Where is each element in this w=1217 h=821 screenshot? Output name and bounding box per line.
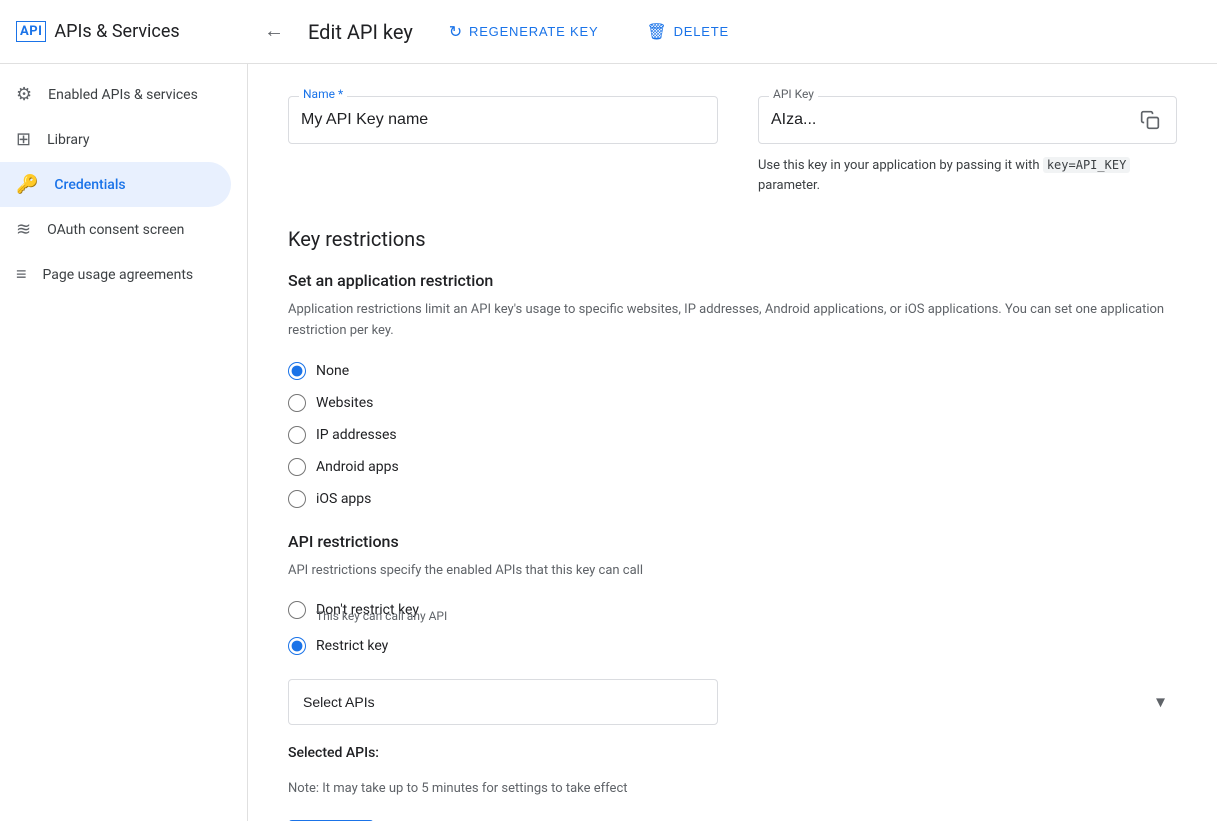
dont-restrict-group: Don't restrict key This key can call any… xyxy=(288,601,1177,623)
note-text: Note: It may take up to 5 minutes for se… xyxy=(288,781,1177,796)
top-header: API APIs & Services ← Edit API key ↻ REG… xyxy=(0,0,1217,64)
regenerate-icon: ↻ xyxy=(449,22,463,42)
api-restriction-radio-group: Don't restrict key This key can call any… xyxy=(288,601,1177,655)
back-button[interactable]: ← xyxy=(264,20,284,43)
name-field-wrapper: Name * xyxy=(288,96,718,144)
sidebar-item-label: Enabled APIs & services xyxy=(48,87,198,103)
regenerate-key-button[interactable]: ↻ REGENERATE KEY xyxy=(437,14,611,50)
sidebar: ⚙ Enabled APIs & services ⊞ Library 🔑 Cr… xyxy=(0,64,248,821)
radio-none-label: None xyxy=(316,363,349,379)
radio-restrict[interactable]: Restrict key xyxy=(288,637,1177,655)
header-actions: ← Edit API key ↻ REGENERATE KEY 🗑 DELETE xyxy=(264,14,1201,50)
name-field-label: Name * xyxy=(299,87,347,101)
api-logo: API xyxy=(16,21,46,42)
key-restrictions-heading: Key restrictions xyxy=(288,227,1177,251)
app-restriction-heading: Set an application restriction xyxy=(288,271,1177,290)
sidebar-item-page-usage[interactable]: ≡ Page usage agreements xyxy=(0,252,231,297)
radio-restrict-label: Restrict key xyxy=(316,638,388,654)
api-restrictions-section: API restrictions API restrictions specif… xyxy=(288,532,1177,762)
radio-android-label: Android apps xyxy=(316,459,399,475)
name-field-col: Name * xyxy=(288,96,718,195)
regenerate-label: REGENERATE KEY xyxy=(469,24,598,39)
enabled-apis-icon: ⚙ xyxy=(16,84,32,105)
application-restriction-section: Set an application restriction Applicati… xyxy=(288,271,1177,508)
select-apis-dropdown[interactable]: Select APIs xyxy=(288,679,718,725)
radio-android[interactable]: Android apps xyxy=(288,458,1177,476)
radio-websites-input[interactable] xyxy=(288,394,306,412)
api-key-wrapper: API Key xyxy=(758,96,1177,144)
radio-ip[interactable]: IP addresses xyxy=(288,426,1177,444)
api-key-input[interactable] xyxy=(771,97,1136,143)
api-restrictions-desc: API restrictions specify the enabled API… xyxy=(288,561,1177,582)
radio-websites[interactable]: Websites xyxy=(288,394,1177,412)
dropdown-arrow-icon: ▾ xyxy=(1156,692,1165,713)
delete-button[interactable]: 🗑 DELETE xyxy=(634,14,741,50)
radio-ip-label: IP addresses xyxy=(316,427,397,443)
selected-apis-label: Selected APIs: xyxy=(288,745,1177,761)
app-title: APIs & Services xyxy=(54,21,179,42)
radio-ios-input[interactable] xyxy=(288,490,306,508)
sidebar-item-label: Library xyxy=(47,132,89,148)
delete-label: DELETE xyxy=(674,24,729,39)
content-area: Name * API Key Use this key in xyxy=(248,64,1217,821)
delete-icon: 🗑 xyxy=(646,22,667,42)
name-input[interactable] xyxy=(301,97,705,143)
main-layout: ⚙ Enabled APIs & services ⊞ Library 🔑 Cr… xyxy=(0,64,1217,821)
copy-api-key-button[interactable] xyxy=(1136,106,1164,134)
select-apis-wrapper: Select APIs ▾ xyxy=(288,679,1177,725)
api-key-hint: Use this key in your application by pass… xyxy=(758,156,1177,195)
radio-none-input[interactable] xyxy=(288,362,306,380)
sidebar-item-enabled-apis[interactable]: ⚙ Enabled APIs & services xyxy=(0,72,231,117)
page-usage-icon: ≡ xyxy=(16,264,27,285)
api-restrictions-heading: API restrictions xyxy=(288,532,1177,551)
library-icon: ⊞ xyxy=(16,129,31,150)
oauth-icon: ≋ xyxy=(16,219,31,240)
app-restriction-desc: Application restrictions limit an API ke… xyxy=(288,300,1177,342)
api-key-col: API Key Use this key in your application… xyxy=(758,96,1177,195)
api-key-label: API Key xyxy=(769,87,818,101)
sidebar-item-oauth[interactable]: ≋ OAuth consent screen xyxy=(0,207,231,252)
sidebar-item-label: Page usage agreements xyxy=(43,267,194,283)
sidebar-item-credentials[interactable]: 🔑 Credentials xyxy=(0,162,231,207)
sidebar-item-label: Credentials xyxy=(54,177,125,193)
copy-icon xyxy=(1140,110,1160,130)
radio-none[interactable]: None xyxy=(288,362,1177,380)
radio-websites-label: Websites xyxy=(316,395,373,411)
dont-restrict-sublabel: This key can call any API xyxy=(316,609,1177,623)
radio-ios[interactable]: iOS apps xyxy=(288,490,1177,508)
radio-dont-restrict-input[interactable] xyxy=(288,601,306,619)
page-title: Edit API key xyxy=(308,20,413,44)
radio-ip-input[interactable] xyxy=(288,426,306,444)
radio-android-input[interactable] xyxy=(288,458,306,476)
top-form-row: Name * API Key Use this key in xyxy=(288,96,1177,195)
app-restriction-radio-group: None Websites IP addresses Android apps … xyxy=(288,362,1177,508)
credentials-icon: 🔑 xyxy=(16,174,38,195)
logo-area: API APIs & Services xyxy=(16,21,264,42)
radio-restrict-input[interactable] xyxy=(288,637,306,655)
sidebar-item-label: OAuth consent screen xyxy=(47,222,184,238)
radio-ios-label: iOS apps xyxy=(316,491,371,507)
sidebar-item-library[interactable]: ⊞ Library xyxy=(0,117,231,162)
